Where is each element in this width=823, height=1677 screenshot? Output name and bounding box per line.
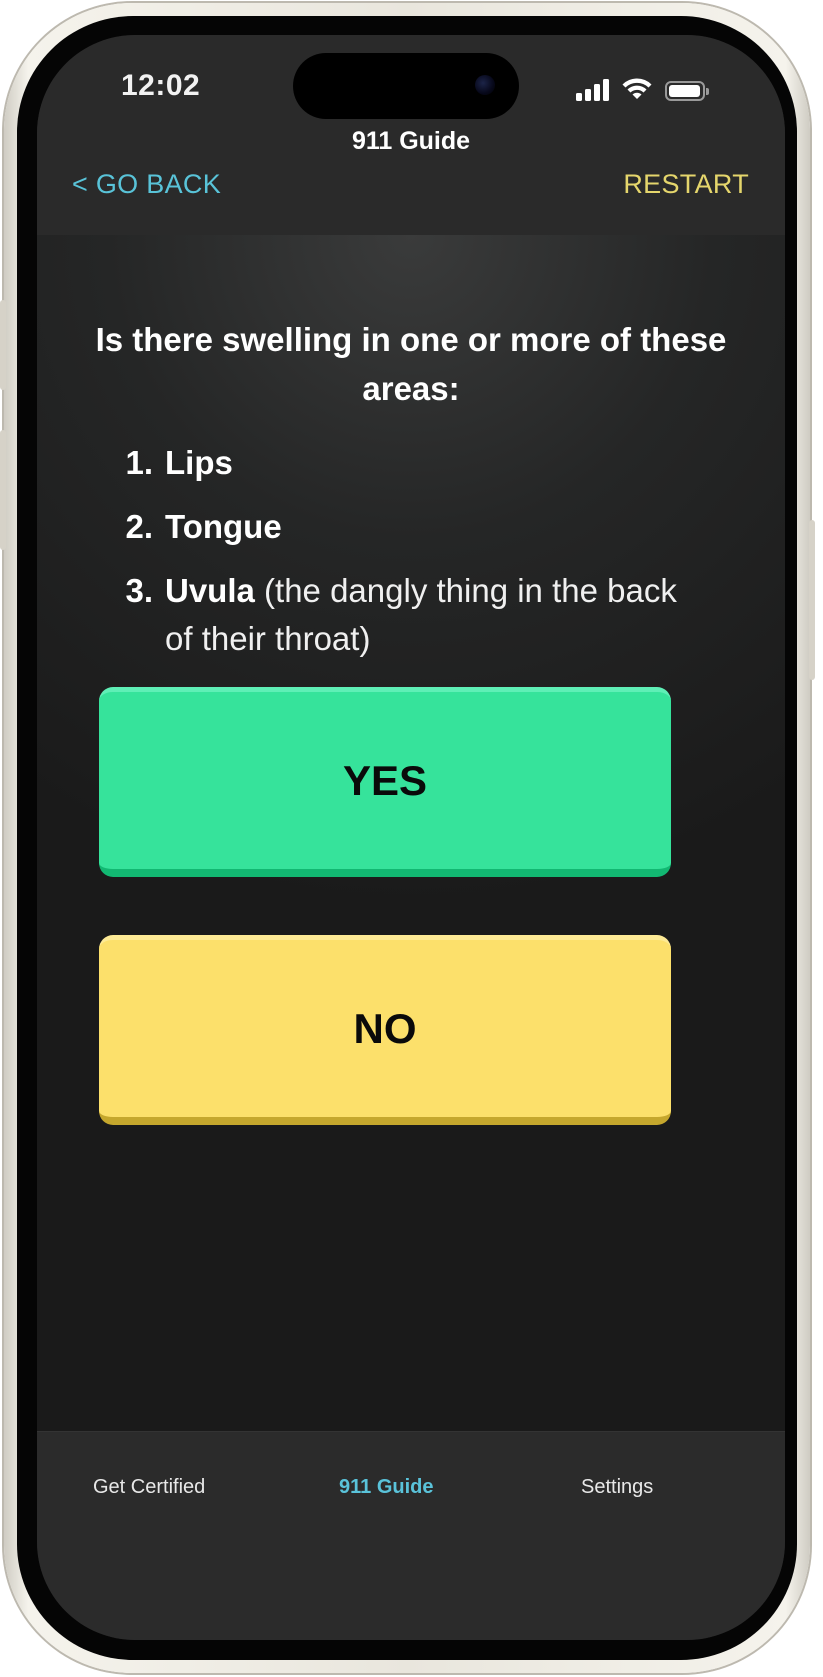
list-item-number: 3. [125,572,153,609]
go-back-button[interactable]: < GO BACK [72,169,221,200]
list-item-term: Tongue [165,508,282,545]
cellular-signal-icon [576,79,609,101]
list-item-term: Uvula [165,572,255,609]
tab-911-guide[interactable]: 911 Guide [339,1476,434,1499]
side-button-right [809,520,815,680]
list-item: 2. Tongue [77,503,697,551]
no-button[interactable]: NO [99,935,671,1125]
side-button-left [0,300,6,390]
dynamic-island [293,53,519,119]
yes-button[interactable]: YES [99,687,671,877]
list-item: 3. Uvula (the dangly thing in the back o… [77,567,697,663]
battery-icon [665,81,709,101]
tab-bar: Get Certified 911 Guide Settings [37,1431,785,1640]
page-title: 911 Guide [351,127,471,155]
wifi-icon [622,78,652,99]
tab-settings[interactable]: Settings [581,1476,653,1499]
list-item-number: 2. [125,508,153,545]
list-item: 1. Lips [77,439,697,487]
status-icons [576,75,709,101]
tab-get-certified[interactable]: Get Certified [93,1476,205,1499]
list-item-number: 1. [125,444,153,481]
side-button-left-lower [0,430,6,550]
areas-list: 1. Lips 2. Tongue 3. Uvula (the dangly t… [77,439,697,679]
screen: 12:02 911 Guide < GO BACK RESTART Is the… [37,35,785,1640]
list-item-term: Lips [165,444,233,481]
front-camera-icon [475,75,495,95]
restart-button[interactable]: RESTART [623,169,749,200]
question-text: Is there swelling in one or more of thes… [95,321,727,407]
status-time: 12:02 [121,69,201,102]
